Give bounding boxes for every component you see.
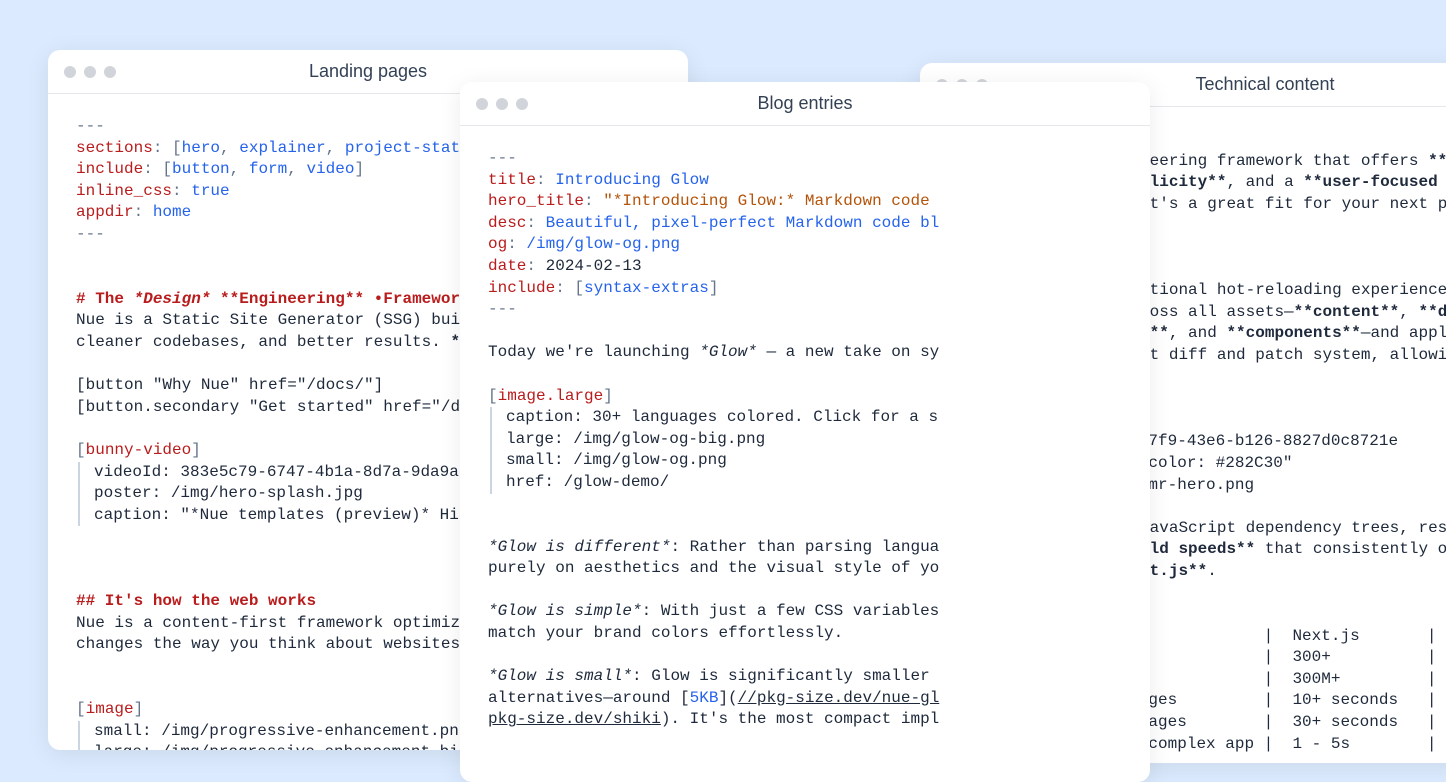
traffic-lights	[64, 66, 116, 78]
window-title: Landing pages	[64, 61, 672, 82]
close-dot[interactable]	[64, 66, 76, 78]
close-dot[interactable]	[476, 98, 488, 110]
minimize-dot[interactable]	[84, 66, 96, 78]
window-blog-entries: Blog entries --- title: Introducing Glow…	[460, 82, 1150, 782]
titlebar: Blog entries	[460, 82, 1150, 126]
maximize-dot[interactable]	[104, 66, 116, 78]
maximize-dot[interactable]	[516, 98, 528, 110]
minimize-dot[interactable]	[496, 98, 508, 110]
traffic-lights	[476, 98, 528, 110]
code-content: --- title: Introducing Glow hero_title: …	[460, 126, 1150, 753]
window-title: Blog entries	[476, 93, 1134, 114]
